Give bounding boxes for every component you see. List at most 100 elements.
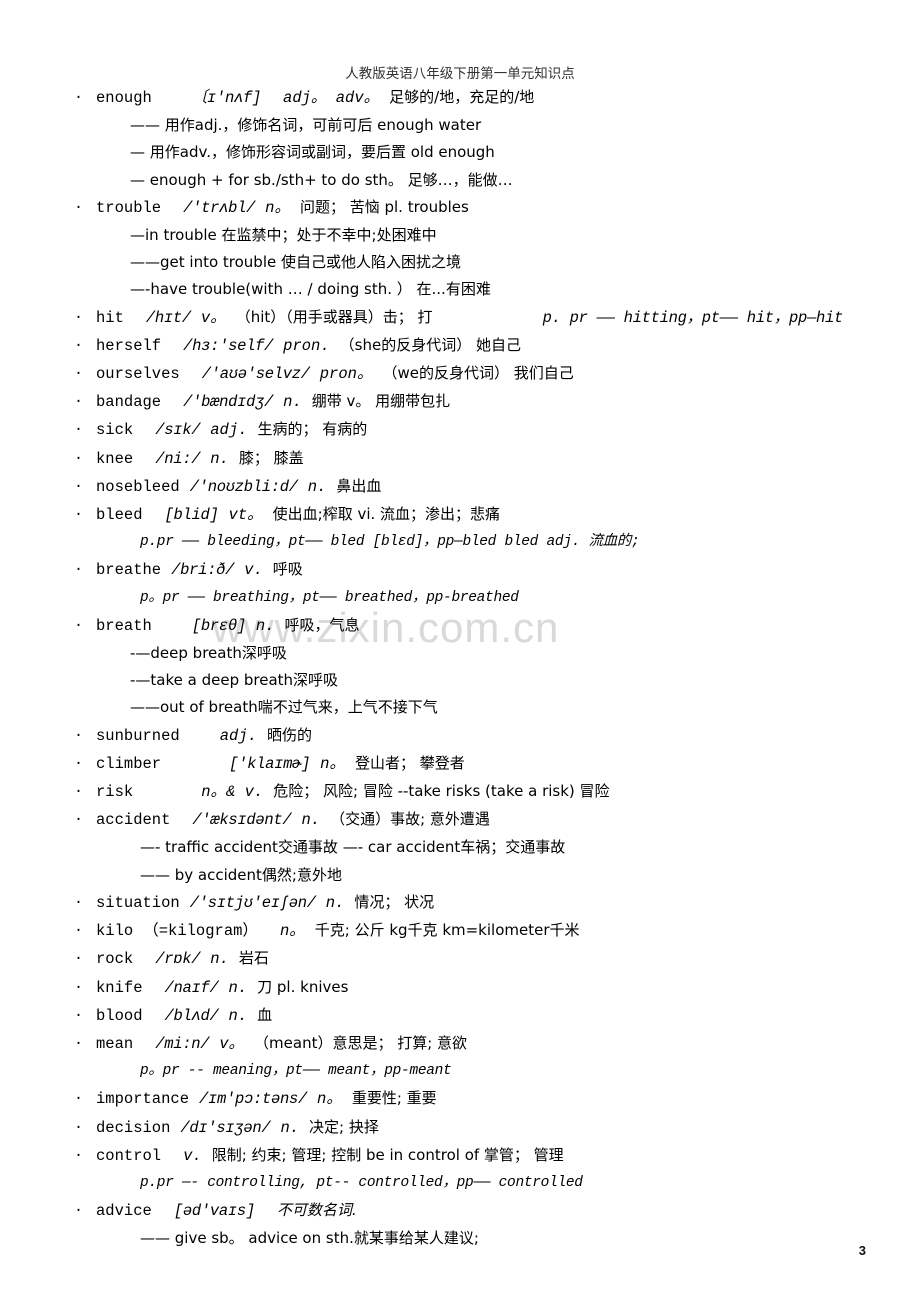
meaning: 呼吸，气息 <box>284 615 360 634</box>
entry-sub-line: —in trouble 在监禁中；处于不幸中;处困难中 <box>130 226 437 245</box>
entry-control: control v. 限制; 约束; 管理; 控制 be in control of… <box>0 1142 920 1197</box>
word: bleed <box>96 506 143 525</box>
phonetic: /ɪm'pɔ:təns/ <box>199 1090 308 1109</box>
entry-knee: knee/ni:/ n. 膝； 膝盖 <box>0 445 920 473</box>
verb-forms: p。pr -- meaning，pt—— meant，pp-meant <box>140 1063 452 1080</box>
word: breathe <box>96 561 162 580</box>
part-of-speech: n. <box>280 1118 300 1137</box>
word: blood <box>96 1006 143 1025</box>
part-of-speech: n. <box>255 616 275 635</box>
meaning: 情况； 状况 <box>354 892 435 911</box>
entry-headword-line: decision/dɪ'sɪʒən/n. 决定; 抉择 <box>0 1114 920 1142</box>
meaning: 岩石 <box>238 949 269 968</box>
entry-headword-line: nosebleed /'noʊzbli:d/n. 鼻出血 <box>0 473 920 501</box>
part-of-speech: n. <box>210 950 229 969</box>
phonetic: /ni:/ <box>155 449 201 468</box>
phonetic: [brɛθ] <box>191 616 246 635</box>
entry-sunburned: sunburned adj. 晒伤的 <box>0 722 920 750</box>
phonetic: /'sɪtjʊ'eɪʃən/ <box>189 893 316 912</box>
verb-forms: p.pr —- controlling, pt-- controlled，pp—… <box>140 1174 583 1191</box>
part-of-speech: n. <box>307 477 327 496</box>
meaning: 不可数名词. <box>276 1201 357 1220</box>
word: control <box>96 1146 162 1165</box>
entry-sub-line: ——out of breath喘不过气来，上气不接下气 <box>130 698 438 717</box>
phonetic: [əd'vaɪs] <box>173 1202 255 1221</box>
phonetic: /'bændɪdʒ/ <box>183 393 274 412</box>
verb-forms-line: p.pr —— bleeding，pt—— bled [blɛd]，pp—ble… <box>0 529 920 556</box>
entry-nosebleed: nosebleed /'noʊzbli:d/n. 鼻出血 <box>0 473 920 501</box>
entry-knife: knife/naɪf/n. 刀 pl. knives <box>0 974 920 1002</box>
phonetic: /dɪ'sɪʒən/ <box>180 1118 271 1137</box>
entry-headword-line: accident /'æksɪdənt/n. （交通）事故; 意外遭遇 <box>0 806 920 834</box>
word: nosebleed <box>96 477 180 496</box>
word: advice <box>96 1202 152 1221</box>
part-of-speech: pron。 <box>319 365 373 384</box>
entry-breathe: breathe/bri:ð/v. 呼吸 p。pr —— breathing，pt—… <box>0 556 920 611</box>
entry-headword-line: mean/mi:n/v。 （meant）意思是； 打算; 意欲 <box>0 1030 920 1058</box>
meaning: 限制; 约束; 管理; 控制 be in control of 掌管； 管理 <box>211 1145 564 1164</box>
meaning: 足够的/地，充足的/地 <box>389 88 535 106</box>
entry-headword-line: control v. 限制; 约束; 管理; 控制 be in control of… <box>0 1142 920 1170</box>
meaning: 决定; 抉择 <box>309 1117 379 1136</box>
word: risk <box>96 783 134 802</box>
word: kilo <box>96 922 134 941</box>
entry-headword-line: sick/sɪk/adj. 生病的； 有病的 <box>0 416 920 444</box>
word: trouble <box>96 198 162 217</box>
phonetic: /hɜ:'self/ <box>183 336 274 355</box>
part-of-speech: v。 <box>219 1034 245 1053</box>
entry-sub-line: ——get into trouble 使自己或他人陷入困扰之境 <box>130 253 461 272</box>
part-of-speech: adj。 adv。 <box>283 89 380 107</box>
part-of-speech: pron. <box>283 336 330 355</box>
document-page: www.zixin.com.cn 人教版英语八年级下册第一单元知识点 enoug… <box>0 0 920 1302</box>
phonetic: /naɪf/ <box>164 978 219 997</box>
entry-kilo: kilo （=kilogram） n。千克; 公斤 kg千克 km=kilomete… <box>0 917 920 945</box>
part-of-speech: v. <box>183 1146 202 1165</box>
phonetic: /'aʊə'selvz/ <box>201 365 310 384</box>
entry-headword-line: breathe/bri:ð/v. 呼吸 <box>0 556 920 584</box>
phonetic: /'trʌbl/ <box>183 198 256 217</box>
phonetic: /sɪk/ <box>155 421 201 440</box>
verb-forms: p.pr —— bleeding，pt—— bled [blɛd]，pp—ble… <box>140 534 640 551</box>
word: situation <box>96 893 180 912</box>
meaning: 重要性; 重要 <box>351 1089 437 1108</box>
entry-sub-line: -—take a deep breath深呼吸 <box>130 671 339 690</box>
word: mean <box>96 1034 134 1053</box>
word: herself <box>96 336 162 355</box>
vocabulary-list: enough 〔ɪ'nʌf] adj。 adv。足够的/地，充足的/地 —— 用作a… <box>0 84 920 1253</box>
entry-headword-line: herself/hɜ:'self/pron. （she的反身代词） 她自己 <box>0 332 920 360</box>
word: accident <box>96 811 171 830</box>
part-of-speech: adj. <box>210 421 248 440</box>
part-of-speech: n。 <box>317 1090 342 1109</box>
word: rock <box>96 950 134 969</box>
entry-headword-line: sunburned adj. 晒伤的 <box>0 722 920 750</box>
phonetic: /rɒk/ <box>155 950 201 969</box>
entry-sub-line: —- traffic accident交通事故 —- car accident车… <box>140 838 566 857</box>
entry-sub-line: — 用作adv.，修饰形容词或副词，要后置 old enough <box>130 143 495 162</box>
entry-headword-line: hit/hɪt/v。 （hit）（用手或器具）击； 打 p. pr —— hitti… <box>0 304 920 332</box>
part-of-speech: n。 <box>320 754 345 773</box>
entry-accident: accident /'æksɪdənt/n. （交通）事故; 意外遭遇 —- tra… <box>0 806 920 889</box>
meaning: 问题； 苦恼 pl. troubles <box>299 197 469 216</box>
page-title: 人教版英语八年级下册第一单元知识点 <box>345 66 575 82</box>
verb-forms-line: p。pr -- meaning，pt—— meant，pp-meant <box>0 1058 920 1085</box>
entry-ourselves: ourselves /'aʊə'selvz/pron。 （we的反身代词） 我们自己 <box>0 360 920 388</box>
part-of-speech: n。 <box>279 922 305 941</box>
entry-headword-line: enough 〔ɪ'nʌf] adj。 adv。足够的/地，充足的/地 <box>0 84 920 112</box>
part-of-speech: v. <box>244 561 263 580</box>
entry-rock: rock/rɒk/n. 岩石 <box>0 945 920 973</box>
word: decision <box>96 1118 171 1137</box>
entry-headword-line: advice [əd'vaɪs] 不可数名词. <box>0 1197 920 1225</box>
meaning: 晒伤的 <box>266 725 312 744</box>
meaning: （交通）事故; 意外遭遇 <box>330 810 490 829</box>
entry-trouble: trouble /'trʌbl/n。问题； 苦恼 pl. troubles —in… <box>0 194 920 304</box>
entry-headword-line: kilo （=kilogram） n。千克; 公斤 kg千克 km=kilomete… <box>0 917 920 945</box>
phonetic: /hɪt/ <box>145 308 191 327</box>
word: enough <box>96 89 152 107</box>
entry-mean: mean/mi:n/v。 （meant）意思是； 打算; 意欲 p。pr -- m… <box>0 1030 920 1085</box>
meaning: 千克; 公斤 kg千克 km=kilometer千米 <box>314 921 580 940</box>
phonetic: /'æksɪdənt/ <box>192 811 292 830</box>
meaning: 绷带 v。 用绷带包扎 <box>311 392 451 411</box>
verb-forms: p。pr —— breathing，pt—— breathed，pp-breat… <box>140 589 519 606</box>
word: knife <box>96 978 143 997</box>
word: knee <box>96 449 134 468</box>
